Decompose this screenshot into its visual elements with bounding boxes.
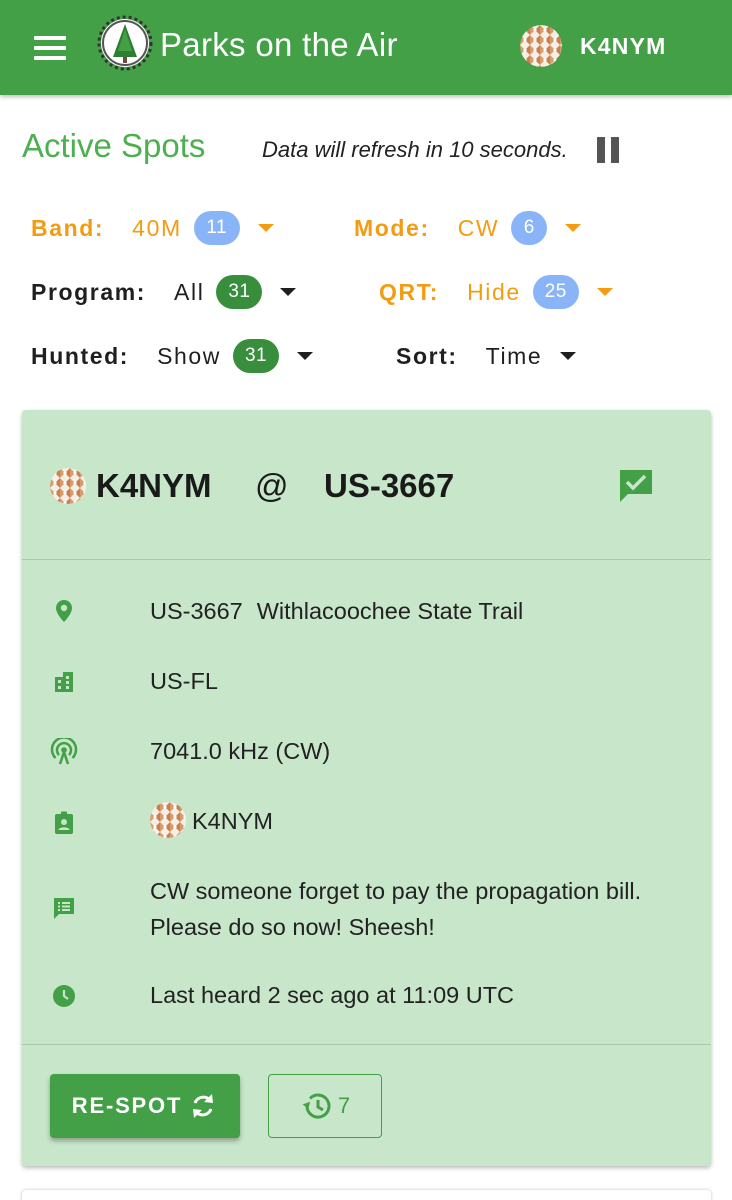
spotter-callsign: K4NYM bbox=[192, 808, 273, 834]
last-heard-text: Last heard 2 sec ago at 11:09 UTC bbox=[150, 982, 515, 1008]
comment-text-icon bbox=[54, 898, 74, 919]
band-filter-value: 40M bbox=[132, 214, 182, 241]
hunted-filter-label: Hunted: bbox=[31, 342, 130, 369]
divider bbox=[22, 1044, 711, 1045]
spot-card: K4NYM @ US-3667 US-3667 Withlacoochee Sta… bbox=[22, 410, 711, 1166]
user-callsign[interactable]: K4NYM bbox=[580, 30, 667, 62]
chevron-down-icon bbox=[257, 224, 274, 232]
hunted-filter[interactable]: Hunted: Show 31 bbox=[31, 336, 314, 376]
hunted-filter-value: Show bbox=[157, 342, 222, 369]
sort-filter-value: Time bbox=[485, 342, 543, 369]
badge-account-icon bbox=[55, 811, 73, 834]
chevron-down-icon bbox=[297, 352, 314, 360]
frequency-text: 7041.0 kHz (CW) bbox=[150, 738, 331, 764]
history-icon bbox=[302, 1093, 331, 1119]
park-ref-text: US-3667 bbox=[150, 598, 243, 624]
pota-logo bbox=[97, 15, 153, 71]
respot-button[interactable]: RE-SPOT bbox=[50, 1074, 240, 1138]
refresh-status: Data will refresh in 10 seconds. bbox=[262, 137, 568, 162]
program-filter-label: Program: bbox=[31, 278, 147, 305]
sort-filter-label: Sort: bbox=[396, 342, 458, 369]
band-count-badge: 11 bbox=[193, 211, 240, 245]
map-pin-icon bbox=[56, 600, 72, 622]
mode-count-badge: 6 bbox=[511, 211, 548, 245]
history-count: 7 bbox=[337, 1093, 351, 1118]
respot-label: RE-SPOT bbox=[71, 1093, 183, 1118]
park-name: Withlacoochee State Trail bbox=[256, 598, 524, 624]
chevron-down-icon bbox=[596, 288, 613, 296]
band-filter-label: Band: bbox=[31, 214, 105, 241]
spotter-avatar bbox=[150, 801, 186, 838]
qrt-count-badge: 25 bbox=[532, 275, 579, 309]
comment-text: CW someone forget to pay the propagation… bbox=[150, 878, 642, 940]
qrt-filter[interactable]: QRT: Hide 25 bbox=[379, 272, 613, 312]
qrt-filter-value: Hide bbox=[467, 278, 521, 305]
menu-icon[interactable] bbox=[26, 28, 74, 68]
program-filter-value: All bbox=[174, 278, 205, 305]
city-icon bbox=[55, 672, 73, 692]
app-title: Parks on the Air bbox=[160, 26, 398, 63]
spot-card-header: K4NYM @ US-3667 bbox=[22, 410, 711, 560]
pause-icon[interactable] bbox=[592, 134, 624, 166]
clock-icon bbox=[53, 985, 75, 1007]
refresh-icon bbox=[193, 1094, 214, 1118]
activator-callsign[interactable]: K4NYM bbox=[96, 463, 212, 509]
band-filter[interactable]: Band: 40M 11 bbox=[31, 208, 274, 248]
hunted-count-badge: 31 bbox=[233, 339, 280, 373]
program-filter[interactable]: Program: All 31 bbox=[31, 272, 297, 312]
at-symbol: @ bbox=[255, 467, 289, 504]
park-info[interactable]: US-3667 Withlacoochee State Trail bbox=[150, 593, 523, 629]
chevron-down-icon bbox=[280, 288, 297, 296]
activator-avatar bbox=[50, 468, 86, 504]
location-text: US-FL bbox=[150, 668, 218, 694]
next-spot-card bbox=[22, 1190, 711, 1200]
chat-check-icon[interactable] bbox=[616, 466, 656, 506]
sort-filter[interactable]: Sort: Time bbox=[396, 336, 577, 376]
spotter-info[interactable]: K4NYM bbox=[150, 801, 273, 841]
park-reference[interactable]: US-3667 bbox=[324, 463, 454, 509]
user-avatar[interactable] bbox=[520, 25, 562, 67]
program-count-badge: 31 bbox=[216, 275, 263, 309]
history-button[interactable]: 7 bbox=[268, 1074, 382, 1138]
app-bar: Parks on the Air K4NYM bbox=[0, 0, 732, 95]
chevron-down-icon bbox=[560, 352, 577, 360]
qrt-filter-label: QRT: bbox=[379, 278, 440, 305]
antenna-icon bbox=[50, 738, 78, 765]
mode-filter-value: CW bbox=[457, 214, 500, 241]
chevron-down-icon bbox=[565, 224, 582, 232]
mode-filter-label: Mode: bbox=[354, 214, 430, 241]
mode-filter[interactable]: Mode: CW 6 bbox=[354, 208, 582, 248]
page-title: Active Spots bbox=[22, 127, 206, 164]
